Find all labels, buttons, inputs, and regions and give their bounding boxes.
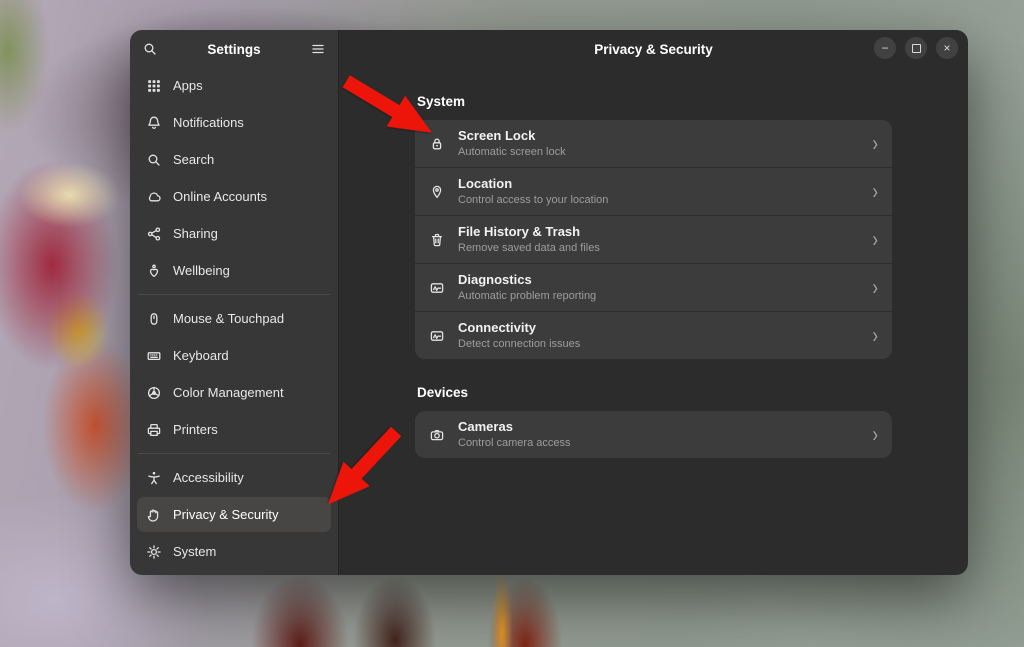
system-rows-group: Screen Lock Automatic screen lock › Loca… [415, 120, 892, 359]
row-title: File History & Trash [458, 225, 600, 239]
sidebar-item-online-accounts[interactable]: Online Accounts [137, 179, 331, 214]
sidebar-item-color-management[interactable]: Color Management [137, 375, 331, 410]
sidebar-separator [138, 294, 330, 295]
sidebar-item-keyboard[interactable]: Keyboard [137, 338, 331, 373]
hamburger-menu-icon[interactable] [310, 41, 326, 57]
sidebar-list: Apps Notifications Search Online Account… [130, 66, 338, 575]
chevron-right-icon: › [872, 180, 878, 202]
main-headerbar: Privacy & Security − × [339, 30, 968, 66]
sidebar-item-printers[interactable]: Printers [137, 412, 331, 447]
window-controls: − × [874, 37, 958, 59]
trash-icon [429, 232, 445, 248]
row-subtitle: Detect connection issues [458, 338, 580, 350]
row-cameras[interactable]: Cameras Control camera access › [415, 411, 892, 458]
privacy-hand-icon [146, 507, 162, 523]
bell-icon [146, 115, 162, 131]
sidebar-header: Settings [130, 30, 338, 66]
sidebar-item-label: Printers [173, 422, 218, 437]
sidebar-item-label: Search [173, 152, 214, 167]
page-title: Privacy & Security [594, 42, 713, 57]
sidebar-item-wellbeing[interactable]: Wellbeing [137, 253, 331, 288]
sidebar-item-sharing[interactable]: Sharing [137, 216, 331, 251]
sidebar-item-apps[interactable]: Apps [137, 68, 331, 103]
chevron-right-icon: › [872, 132, 878, 154]
row-diagnostics[interactable]: Diagnostics Automatic problem reporting … [415, 263, 892, 311]
sidebar-item-label: Color Management [173, 385, 284, 400]
row-subtitle: Automatic screen lock [458, 146, 566, 158]
search-icon [146, 152, 162, 168]
sidebar-item-label: Apps [173, 78, 203, 93]
row-subtitle: Control access to your location [458, 194, 608, 206]
minimize-icon: − [881, 42, 888, 54]
row-title: Screen Lock [458, 129, 566, 143]
row-subtitle: Remove saved data and files [458, 242, 600, 254]
chevron-right-icon: › [872, 228, 878, 250]
connectivity-chart-icon [429, 328, 445, 344]
close-icon: × [943, 42, 950, 54]
lock-icon [429, 136, 445, 152]
printer-icon [146, 422, 162, 438]
row-title: Cameras [458, 420, 571, 434]
row-subtitle: Control camera access [458, 437, 571, 449]
section-heading-system: System [417, 94, 892, 109]
sidebar-item-privacy-security[interactable]: Privacy & Security [137, 497, 331, 532]
sidebar-item-label: Wellbeing [173, 263, 230, 278]
sidebar-item-label: Keyboard [173, 348, 229, 363]
sidebar-item-system[interactable]: System [137, 534, 331, 569]
cloud-icon [146, 189, 162, 205]
devices-rows-group: Cameras Control camera access › [415, 411, 892, 458]
row-screen-lock[interactable]: Screen Lock Automatic screen lock › [415, 120, 892, 167]
sidebar-item-label: Privacy & Security [173, 507, 278, 522]
app-title: Settings [158, 42, 310, 57]
settings-window: Settings Apps Notifications [130, 30, 968, 575]
minimize-button[interactable]: − [874, 37, 896, 59]
location-pin-icon [429, 184, 445, 200]
sidebar-item-label: Mouse & Touchpad [173, 311, 284, 326]
color-wheel-icon [146, 385, 162, 401]
sidebar-item-label: Online Accounts [173, 189, 267, 204]
row-location[interactable]: Location Control access to your location… [415, 167, 892, 215]
diagnostics-chart-icon [429, 280, 445, 296]
row-subtitle: Automatic problem reporting [458, 290, 596, 302]
sidebar-separator [138, 453, 330, 454]
accessibility-person-icon [146, 470, 162, 486]
row-file-history-trash[interactable]: File History & Trash Remove saved data a… [415, 215, 892, 263]
sidebar: Settings Apps Notifications [130, 30, 339, 575]
row-title: Connectivity [458, 321, 580, 335]
row-title: Location [458, 177, 608, 191]
sidebar-item-label: Sharing [173, 226, 218, 241]
sidebar-item-notifications[interactable]: Notifications [137, 105, 331, 140]
maximize-button[interactable] [905, 37, 927, 59]
row-connectivity[interactable]: Connectivity Detect connection issues › [415, 311, 892, 359]
apps-grid-icon [146, 78, 162, 94]
camera-icon [429, 427, 445, 443]
share-nodes-icon [146, 226, 162, 242]
row-title: Diagnostics [458, 273, 596, 287]
sidebar-item-label: System [173, 544, 216, 559]
keyboard-icon [146, 348, 162, 364]
close-button[interactable]: × [936, 37, 958, 59]
maximize-icon [912, 44, 921, 53]
sidebar-item-search[interactable]: Search [137, 142, 331, 177]
wellbeing-heart-icon [146, 263, 162, 279]
sidebar-item-label: Notifications [173, 115, 244, 130]
sidebar-item-mouse-touchpad[interactable]: Mouse & Touchpad [137, 301, 331, 336]
sidebar-item-accessibility[interactable]: Accessibility [137, 460, 331, 495]
mouse-icon [146, 311, 162, 327]
gear-icon [146, 544, 162, 560]
chevron-right-icon: › [872, 423, 878, 445]
sidebar-item-label: Accessibility [173, 470, 244, 485]
section-heading-devices: Devices [417, 385, 892, 400]
search-icon[interactable] [142, 41, 158, 57]
chevron-right-icon: › [872, 324, 878, 346]
chevron-right-icon: › [872, 276, 878, 298]
